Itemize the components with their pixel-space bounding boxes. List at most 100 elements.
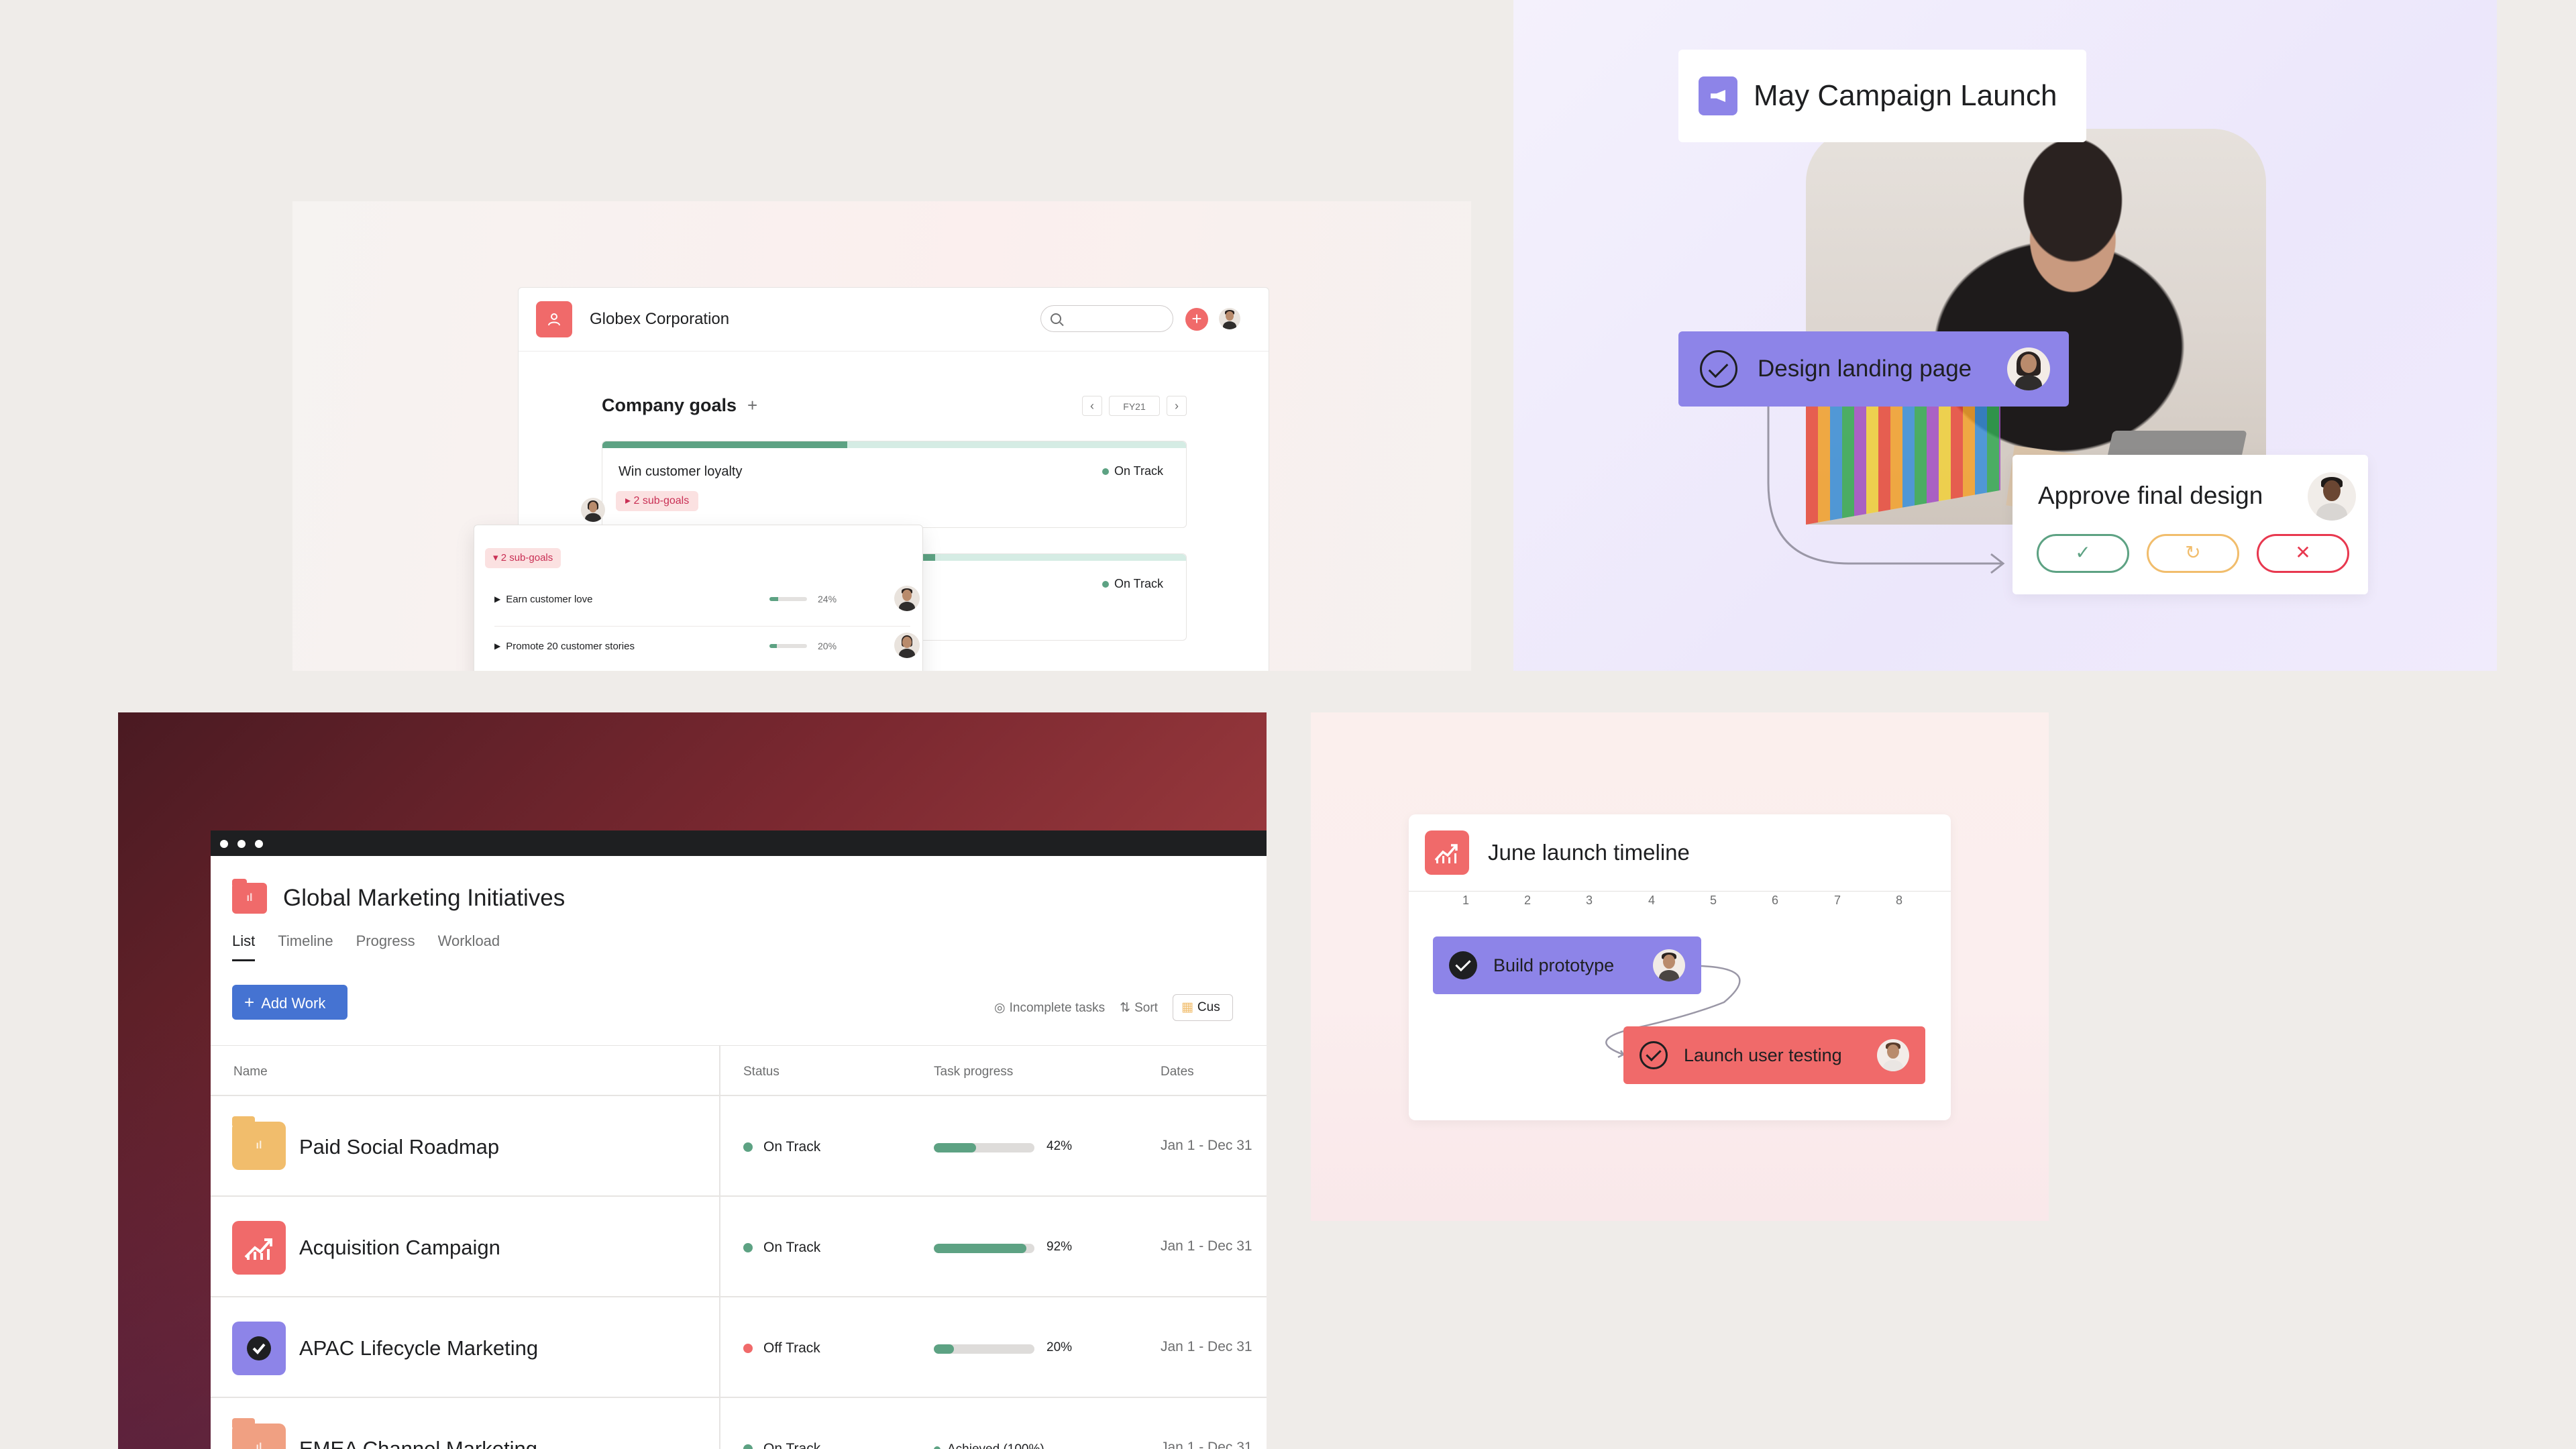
subgoal-percent: 20% bbox=[818, 641, 837, 651]
subgoals-toggle[interactable]: ▾ 2 sub-goals bbox=[485, 548, 561, 568]
search-icon bbox=[1051, 313, 1061, 324]
reject-button[interactable]: ✕ bbox=[2257, 534, 2349, 573]
subgoal-item[interactable]: ▶ Earn customer love 24% bbox=[494, 579, 920, 619]
subgoal-name: Promote 20 customer stories bbox=[506, 640, 635, 652]
sort-icon: ⇅ bbox=[1120, 1000, 1131, 1015]
avatar bbox=[1653, 949, 1685, 981]
caret-right-icon: ▶ bbox=[494, 641, 501, 651]
add-goal-button[interactable]: + bbox=[747, 395, 757, 416]
subgoal-progress bbox=[769, 597, 779, 601]
request-changes-button[interactable]: ↻ bbox=[2147, 534, 2239, 573]
goal-name: Win customer loyalty bbox=[619, 464, 743, 479]
table-row[interactable]: APAC Lifecycle Marketing Off Track 20% J… bbox=[211, 1297, 1267, 1398]
fiscal-year-label: FY21 bbox=[1109, 395, 1160, 416]
org-icon bbox=[536, 301, 572, 337]
tab-progress[interactable]: Progress bbox=[356, 932, 415, 961]
timeline-task[interactable]: Build prototype bbox=[1433, 936, 1701, 994]
tab-workload[interactable]: Workload bbox=[438, 932, 500, 961]
company-goals-title: Company goals bbox=[602, 395, 737, 415]
table-header: Name Status Task progress Dates bbox=[211, 1045, 1267, 1096]
avatar bbox=[894, 586, 920, 611]
goal-card[interactable]: Win customer loyalty On Track ▸ 2 sub-go… bbox=[581, 441, 1187, 528]
sort-button[interactable]: ⇅ Sort bbox=[1120, 1000, 1158, 1016]
approval-title: Approve final design bbox=[2038, 482, 2263, 509]
avatar bbox=[1877, 1039, 1909, 1071]
task-chip[interactable]: Design landing page bbox=[1678, 331, 2069, 407]
achieved-label: Achieved (100%) bbox=[934, 1442, 1044, 1449]
project-title-card: May Campaign Launch bbox=[1678, 50, 2086, 142]
plus-icon: + bbox=[244, 992, 255, 1012]
status-badge: On Track bbox=[1102, 577, 1163, 591]
check-circle-icon[interactable] bbox=[1700, 350, 1737, 388]
add-button[interactable]: + bbox=[1185, 308, 1208, 331]
date-range[interactable]: Jan 1 - Dec 31 bbox=[1161, 1339, 1252, 1355]
fiscal-year-nav: ‹ FY21 › bbox=[1082, 395, 1187, 416]
project-name[interactable]: Paid Social Roadmap bbox=[299, 1135, 499, 1159]
project-name[interactable]: EMEA Channel Marketing bbox=[299, 1437, 537, 1449]
check-circle-icon[interactable] bbox=[1449, 951, 1477, 979]
toolbar: ◎ Incomplete tasks ⇅ Sort ▦ Cus bbox=[994, 994, 1233, 1021]
goals-header: Globex Corporation + bbox=[519, 288, 1269, 352]
table-row[interactable]: Acquisition Campaign On Track 92% Jan 1 … bbox=[211, 1197, 1267, 1297]
date-range[interactable]: Jan 1 - Dec 31 bbox=[1161, 1238, 1252, 1254]
folder-icon: ıl bbox=[232, 1418, 286, 1449]
approval-card: Approve final design ✓ ↻ ✕ bbox=[2012, 455, 2368, 594]
goal-progress-bar bbox=[602, 441, 848, 448]
column-header-dates[interactable]: Dates bbox=[1161, 1065, 1194, 1079]
chevron-left-icon[interactable]: ‹ bbox=[1082, 395, 1102, 416]
user-avatar[interactable] bbox=[1219, 308, 1240, 333]
add-work-button[interactable]: + Add Work bbox=[232, 985, 347, 1020]
org-name: Globex Corporation bbox=[590, 310, 730, 328]
progress-percent: 20% bbox=[1046, 1340, 1073, 1354]
window-titlebar bbox=[211, 830, 1267, 856]
tab-bar: List Timeline Progress Workload bbox=[232, 932, 500, 961]
check-circle-icon[interactable] bbox=[1640, 1041, 1668, 1069]
approve-button[interactable]: ✓ bbox=[2037, 534, 2129, 573]
date-range[interactable]: Jan 1 - Dec 31 bbox=[1161, 1440, 1252, 1449]
status-badge: Off Track bbox=[743, 1340, 820, 1356]
project-title: May Campaign Launch bbox=[1754, 79, 2057, 112]
project-name[interactable]: Acquisition Campaign bbox=[299, 1236, 500, 1260]
tab-timeline[interactable]: Timeline bbox=[278, 932, 333, 961]
timeline-task[interactable]: Launch user testing bbox=[1623, 1026, 1925, 1084]
progress-percent: 92% bbox=[1046, 1240, 1073, 1254]
table-row[interactable]: ıl Paid Social Roadmap On Track 42% Jan … bbox=[211, 1096, 1267, 1197]
task-label: Launch user testing bbox=[1684, 1044, 1842, 1065]
subgoal-percent: 24% bbox=[818, 594, 837, 604]
column-header-progress[interactable]: Task progress bbox=[934, 1065, 1013, 1079]
window-dot[interactable] bbox=[255, 840, 263, 848]
avatar bbox=[581, 498, 605, 522]
subgoals-toggle[interactable]: ▸ 2 sub-goals bbox=[616, 491, 699, 511]
goals-title-row: Company goals + ‹ FY21 › bbox=[602, 395, 1187, 416]
trend-up-icon bbox=[232, 1221, 286, 1275]
check-circle-icon: ◎ bbox=[994, 1000, 1006, 1015]
customize-button[interactable]: ▦ Cus bbox=[1172, 994, 1233, 1021]
megaphone-icon bbox=[1699, 76, 1737, 115]
task-label: Design landing page bbox=[1758, 356, 1972, 382]
column-header-status[interactable]: Status bbox=[743, 1065, 780, 1079]
progress-bar bbox=[934, 1143, 1034, 1152]
progress-bar bbox=[934, 1344, 1034, 1354]
june-timeline-panel: June launch timeline 1 2 3 4 5 6 7 8 Bui… bbox=[1311, 712, 2049, 1221]
window-dot[interactable] bbox=[237, 840, 246, 848]
grid-icon: ▦ bbox=[1181, 1000, 1193, 1014]
column-header-name[interactable]: Name bbox=[233, 1065, 268, 1079]
project-name[interactable]: APAC Lifecycle Marketing bbox=[299, 1336, 538, 1360]
project-header: ıl Global Marketing Initiatives bbox=[232, 879, 565, 914]
subgoals-popup: ▾ 2 sub-goals ▶ Earn customer love 24% ▶… bbox=[474, 525, 923, 671]
may-campaign-panel: May Campaign Launch Design landing page … bbox=[1513, 0, 2497, 671]
subgoal-progress bbox=[769, 644, 777, 648]
avatar bbox=[2007, 347, 2050, 390]
table-row[interactable]: ıl EMEA Channel Marketing On Track Achie… bbox=[211, 1398, 1267, 1449]
chevron-right-icon[interactable]: › bbox=[1167, 395, 1187, 416]
window-dot[interactable] bbox=[220, 840, 228, 848]
subgoal-item[interactable]: ▶ Promote 20 customer stories 20% bbox=[494, 626, 920, 666]
incomplete-tasks-filter[interactable]: ◎ Incomplete tasks bbox=[994, 1000, 1105, 1016]
date-range[interactable]: Jan 1 - Dec 31 bbox=[1161, 1138, 1252, 1154]
progress-percent: 42% bbox=[1046, 1139, 1073, 1153]
task-label: Build prototype bbox=[1493, 955, 1615, 975]
check-circle-icon bbox=[232, 1322, 286, 1375]
search-input[interactable] bbox=[1040, 305, 1173, 332]
tab-list[interactable]: List bbox=[232, 932, 256, 961]
person-icon bbox=[548, 313, 560, 326]
